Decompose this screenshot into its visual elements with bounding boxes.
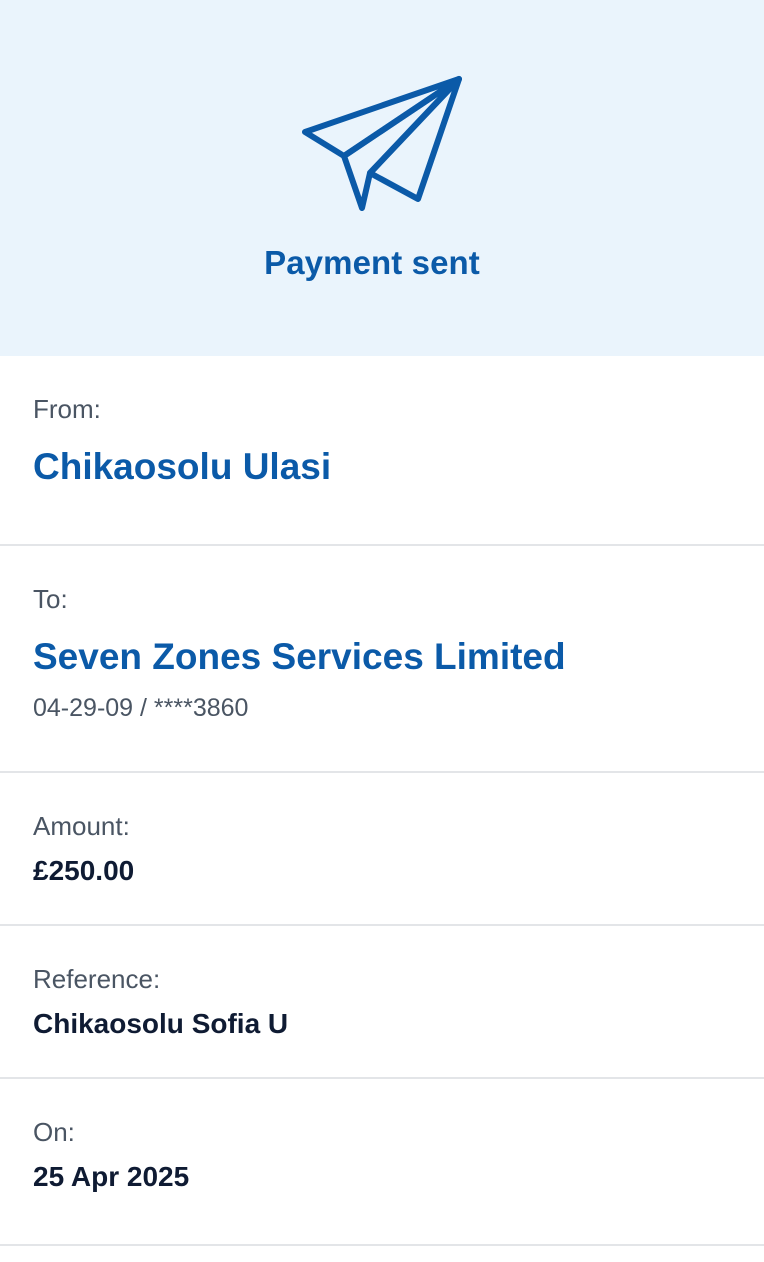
date-label: On: <box>33 1117 75 1147</box>
payment-confirmation: Payment sent From: Chikaosolu Ulasi To: … <box>0 0 764 1262</box>
status-title: Payment sent <box>264 244 480 281</box>
from-section: From: Chikaosolu Ulasi <box>0 356 764 546</box>
date-value: 25 Apr 2025 <box>33 1161 190 1192</box>
to-label: To: <box>33 584 68 614</box>
payee-name: Seven Zones Services Limited <box>33 636 566 677</box>
card-bottom-edge <box>0 1246 764 1262</box>
from-label: From: <box>33 394 101 424</box>
from-name: Chikaosolu Ulasi <box>33 446 332 487</box>
reference-section: Reference: Chikaosolu Sofia U <box>0 926 764 1079</box>
amount-value: £250.00 <box>33 855 135 886</box>
payee-account: 04-29-09 / ****3860 <box>33 694 249 722</box>
reference-value: Chikaosolu Sofia U <box>33 1008 289 1039</box>
date-section: On: 25 Apr 2025 <box>0 1079 764 1246</box>
to-section: To: Seven Zones Services Limited 04-29-0… <box>0 546 764 773</box>
confirmation-header: Payment sent <box>0 0 764 356</box>
paper-plane-icon <box>302 76 462 211</box>
amount-section: Amount: £250.00 <box>0 773 764 926</box>
amount-label: Amount: <box>33 811 130 841</box>
reference-label: Reference: <box>33 964 161 994</box>
